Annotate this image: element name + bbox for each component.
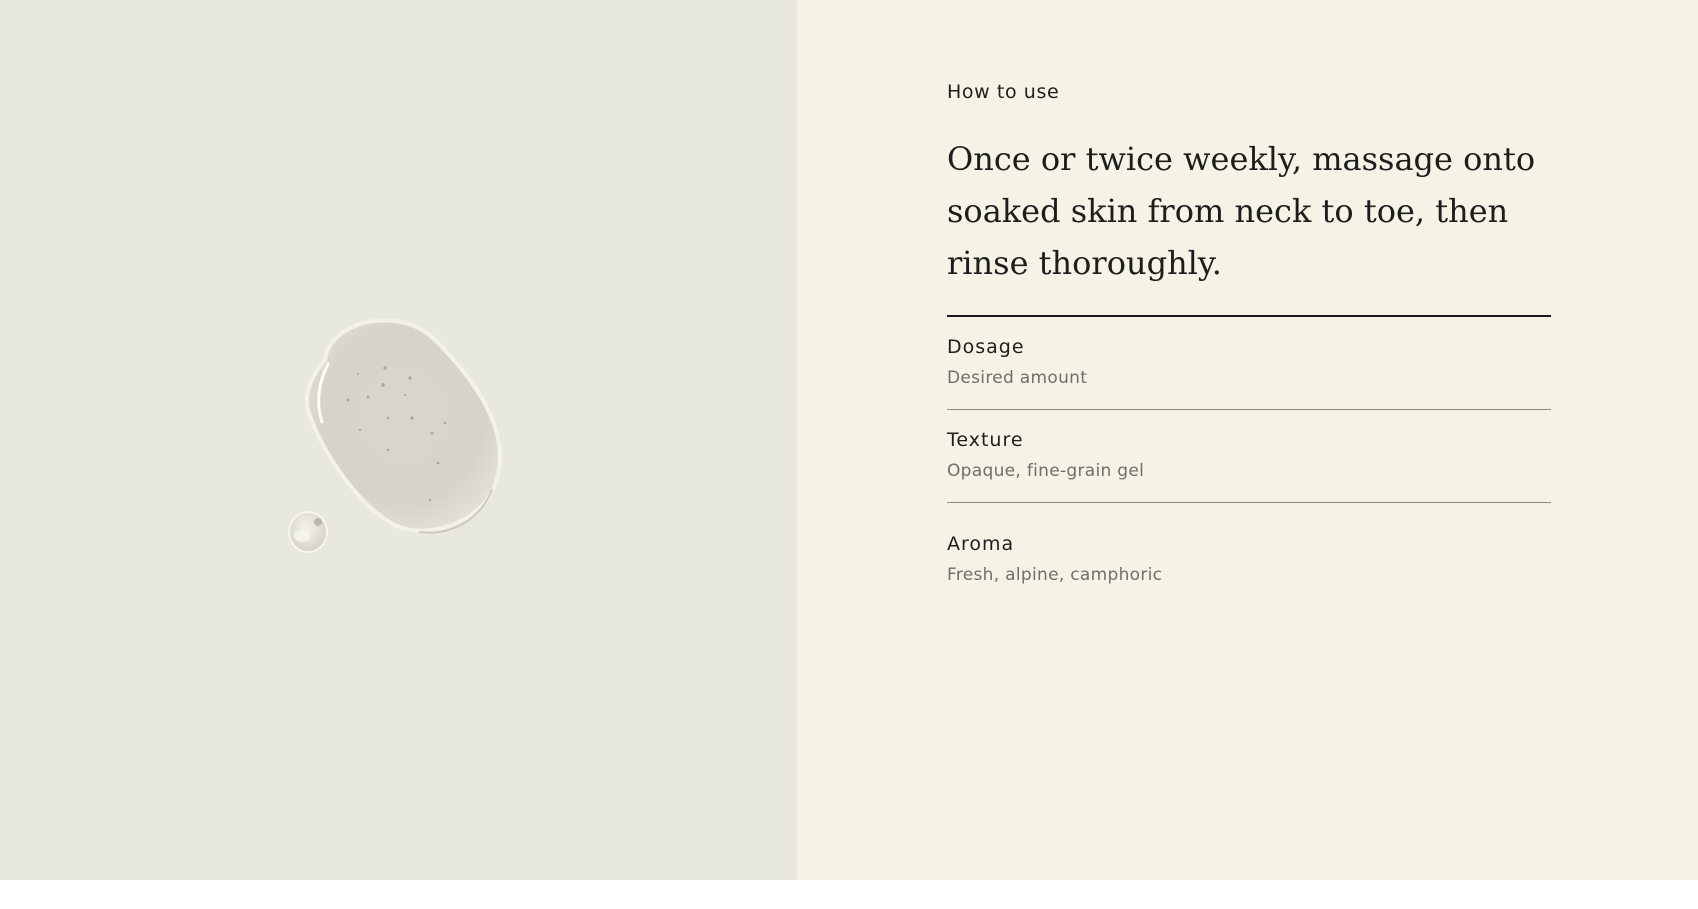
spec-label: Texture [947,429,1024,451]
spec-label: Dosage [947,336,1025,358]
product-usage-page: How to use Once or twice weekly, massage… [0,0,1698,909]
spec-value: Fresh, alpine, camphoric [947,565,1163,585]
gel-swatch-image [288,318,502,553]
usage-instructions: Once or twice weekly, massage onto soake… [947,140,1536,282]
spec-value: Opaque, fine-grain gel [947,461,1145,481]
spec-label: Aroma [947,533,1015,555]
spec-value: Desired amount [947,368,1088,388]
spec-texture: Texture Opaque, fine-grain gel [947,410,1551,503]
spec-dosage: Dosage Desired amount [947,317,1551,410]
usage-panel: How to use Once or twice weekly, massage… [797,0,1698,880]
product-image-panel [0,0,797,880]
section-eyebrow: How to use [947,81,1060,103]
usage-content: How to use Once or twice weekly, massage… [947,78,1551,606]
spec-aroma: Aroma Fresh, alpine, camphoric [947,503,1551,606]
